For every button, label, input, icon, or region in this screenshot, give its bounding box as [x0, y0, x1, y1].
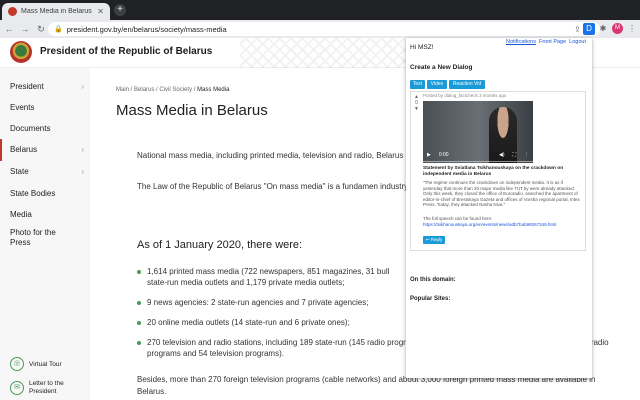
avatar[interactable]: M	[612, 23, 623, 34]
virtual-tour-link[interactable]: ◎ Virtual Tour	[0, 357, 90, 371]
intro-paragraph: National mass media, including printed m…	[137, 151, 404, 160]
ornament-pattern	[240, 38, 410, 68]
emblem-logo[interactable]	[10, 41, 32, 63]
dialog-post: ▲ 0 ▼ Posted by dialog_factcheck 3 month…	[410, 91, 586, 251]
reaction-vid-button[interactable]: Reaction Vid	[449, 80, 485, 89]
chevron-right-icon: ›	[81, 82, 84, 91]
sidebar: President › Events Documents Belarus › S…	[0, 68, 90, 400]
puzzle-icon[interactable]: ✱	[597, 23, 609, 35]
share-icon[interactable]: ⇪	[574, 25, 581, 34]
breadcrumb-main[interactable]: Main	[116, 87, 129, 93]
close-icon[interactable]: ✕	[97, 7, 104, 16]
post-meta: Posted by dialog_factcheck 3 months ago	[423, 93, 507, 98]
page-title: Mass Media in Belarus	[116, 102, 268, 119]
reply-icon: ↩	[425, 237, 430, 242]
address-bar[interactable]: 🔒 president.gov.by/en/belarus/society/ma…	[48, 22, 600, 36]
video-controls: ▶ 0:00 ◀) ⛶ ⋮	[423, 151, 533, 159]
sidebar-item-events[interactable]: Events	[0, 97, 90, 119]
breadcrumb: Main / Belarus / Civil Society / Mass Me…	[116, 87, 230, 93]
browser-tab[interactable]: Mass Media in Belarus | Offici ✕	[2, 3, 110, 20]
post-quote: "The regime continues the crackdown on i…	[423, 180, 580, 207]
chevron-right-icon: ›	[81, 145, 84, 154]
fullscreen-icon[interactable]: ⛶	[512, 152, 516, 158]
sidebar-item-documents[interactable]: Documents	[0, 118, 90, 140]
sidebar-item-state[interactable]: State ›	[0, 161, 90, 183]
dialog-extension-icon[interactable]: D	[583, 23, 595, 35]
letter-icon: ✉	[10, 381, 24, 395]
text-button[interactable]: Text	[410, 80, 425, 89]
site-title[interactable]: President of the Republic of Belarus	[40, 46, 212, 57]
browser-tabstrip: Mass Media in Belarus | Offici ✕ +	[0, 0, 640, 20]
back-icon[interactable]: ←	[2, 22, 16, 36]
lock-icon[interactable]: 🔒	[54, 25, 63, 33]
video-player[interactable]: ▶ 0:00 ◀) ⛶ ⋮	[423, 101, 533, 163]
sidebar-item-belarus[interactable]: Belarus ›	[0, 139, 90, 161]
forward-icon[interactable]: →	[18, 22, 32, 36]
sidebar-item-state-bodies[interactable]: State Bodies	[0, 183, 90, 205]
post-title: Statement by Sviatlana Tsikhanouskaya on…	[423, 166, 564, 177]
notifications-link[interactable]: Notifications	[506, 39, 536, 45]
sidebar-item-media[interactable]: Media	[0, 204, 90, 226]
dialog-extension-popup: Hi MSZ! Notifications Front Page Logout …	[406, 38, 592, 378]
greeting: Hi MSZ!	[410, 44, 434, 51]
video-button[interactable]: Video	[427, 80, 447, 89]
breadcrumb-belarus[interactable]: Belarus	[134, 87, 154, 93]
sidebar-item-photo-press[interactable]: Photo for the Press	[0, 228, 90, 254]
popular-sites-heading: Popular Sites:	[410, 296, 451, 302]
new-tab-button[interactable]: +	[114, 4, 126, 16]
create-dialog-heading: Create a New Dialog	[410, 64, 473, 71]
law-paragraph: The Law of the Republic of Belarus "On m…	[137, 182, 410, 191]
front-page-link[interactable]: Front Page	[539, 39, 566, 45]
volume-icon[interactable]: ◀)	[499, 152, 505, 158]
downvote-icon[interactable]: ▼	[413, 106, 420, 112]
video-progress[interactable]	[423, 161, 533, 162]
reply-button[interactable]: ↩ Reply	[423, 236, 445, 244]
site-favicon-icon	[8, 7, 17, 16]
chevron-right-icon: ›	[81, 167, 84, 176]
letter-president-link[interactable]: ✉ Letter to the President	[0, 380, 90, 396]
browser-toolbar: ← → ↻ 🔒 president.gov.by/en/belarus/soci…	[0, 20, 640, 38]
menu-icon[interactable]: ⋮	[626, 23, 638, 35]
logout-link[interactable]: Logout	[569, 39, 586, 45]
on-this-domain-heading: On this domain:	[410, 277, 456, 283]
breadcrumb-civil-society[interactable]: Civil Society	[159, 87, 192, 93]
tab-title: Mass Media in Belarus | Offici	[21, 8, 94, 15]
list-item: 1,614 printed mass media (722 newspapers…	[137, 266, 407, 288]
popup-nav: Notifications Front Page Logout	[506, 39, 586, 45]
play-icon[interactable]: ▶	[427, 152, 431, 158]
vote-widget: ▲ 0 ▼	[413, 94, 420, 112]
url-text[interactable]: president.gov.by/en/belarus/society/mass…	[67, 25, 574, 34]
stats-heading: As of 1 January 2020, there were:	[137, 239, 303, 251]
post-source: The full speech can be found here: https…	[423, 216, 583, 227]
tour-icon: ◎	[10, 357, 24, 371]
more-icon[interactable]: ⋮	[524, 152, 529, 158]
reload-icon[interactable]: ↻	[34, 22, 48, 36]
sidebar-item-president[interactable]: President ›	[0, 76, 90, 98]
breadcrumb-current: Mass Media	[197, 87, 230, 93]
video-time: 0:00	[438, 152, 449, 158]
source-link[interactable]: https://tsikhanouskaya.org/en/events/new…	[423, 222, 583, 228]
